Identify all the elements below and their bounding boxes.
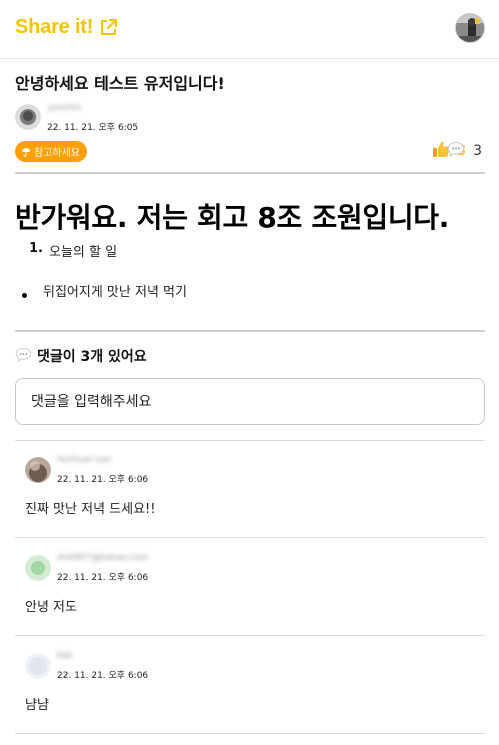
tag-label: 참고하세요 (34, 148, 80, 159)
category-tag[interactable]: 참고하세요 (15, 141, 87, 162)
user-avatar[interactable] (455, 13, 485, 43)
bullet-list-item: 뒤집어지게 맛난 저녁 먹기 (22, 281, 187, 300)
comment-item: llak 22. 11. 21. 오후 6:06 냠냠 (15, 636, 485, 733)
post-headline: 반가워요. 저는 회고 8조 조원입니다. (15, 201, 450, 234)
comment-count: 3 (473, 143, 482, 159)
ordered-list-item: 1. 오늘의 할 일 (29, 241, 117, 260)
bullet-dot (22, 293, 27, 298)
comment-text: 냠냠 (25, 698, 49, 713)
comment-author: llak (57, 651, 73, 661)
comment-count-button[interactable]: 3 (447, 103, 499, 200)
app-header: Share it! (0, 0, 499, 59)
comment-author: dn0907@kakao.com (57, 553, 149, 563)
speech-bubble-icon (447, 141, 465, 161)
comment-author: Yunhuei Lee (57, 455, 112, 465)
comment-avatar (25, 555, 51, 581)
brand-link[interactable]: Share it! (15, 16, 118, 39)
external-link-icon (99, 18, 118, 37)
post-title: 안녕하세요 테스트 유저입니다! (15, 74, 225, 93)
comment-text: 진짜 맛난 저녁 드세요!! (25, 502, 156, 517)
comment-timestamp: 22. 11. 21. 오후 6:06 (57, 573, 149, 583)
comment-input[interactable] (15, 378, 485, 425)
speech-bubble-icon (15, 347, 32, 366)
list-item-text: 오늘의 할 일 (48, 245, 118, 260)
author-name: yoonhn (48, 103, 82, 113)
comment-text: 안녕 저도 (25, 600, 77, 615)
divider (15, 330, 485, 332)
brand-name: Share it! (15, 16, 94, 38)
divider (15, 733, 485, 734)
comment-timestamp: 22. 11. 21. 오후 6:06 (57, 671, 149, 681)
divider (15, 172, 485, 174)
comments-heading: 댓글이 3개 있어요 (15, 346, 147, 366)
post-stats: 3 3 (432, 141, 485, 161)
comment-item: Yunhuei Lee 22. 11. 21. 오후 6:06 진짜 맛난 저녁… (15, 440, 485, 537)
post-timestamp: 22. 11. 21. 오후 6:05 (47, 123, 139, 133)
author-avatar (15, 104, 41, 130)
list-item-text: 뒤집어지게 맛난 저녁 먹기 (43, 285, 187, 300)
comment-item: dn0907@kakao.com 22. 11. 21. 오후 6:06 안녕 … (15, 538, 485, 635)
post-author: yoonhn 22. 11. 21. 오후 6:05 (15, 103, 315, 133)
comment-avatar (25, 457, 51, 483)
comments-title: 댓글이 3개 있어요 (37, 349, 147, 365)
umbrella-icon (21, 147, 31, 157)
list-marker: 1. (29, 241, 43, 256)
comment-timestamp: 22. 11. 21. 오후 6:06 (57, 475, 149, 485)
comment-avatar (25, 653, 51, 679)
